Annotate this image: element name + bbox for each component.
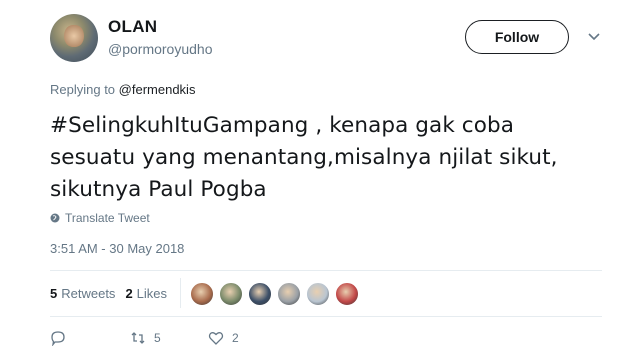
stats-bar: 5 Retweets 2 Likes [50, 278, 181, 308]
reply-prefix: Replying to [50, 82, 116, 97]
likes-label: Likes [136, 286, 168, 301]
globe-icon [50, 213, 60, 223]
likes-stat[interactable]: 2 Likes [125, 286, 167, 301]
divider [50, 316, 602, 317]
reply-action[interactable] [50, 330, 130, 346]
reply-context: Replying to @fermendkis [50, 82, 195, 97]
retweet-action[interactable]: 5 [130, 330, 208, 346]
retweet-icon [131, 332, 145, 344]
retweets-label: Retweets [61, 286, 116, 301]
follow-button[interactable]: Follow [465, 20, 569, 54]
tweet-text-line: sesuatu yang menantang,misalnya njilat s… [50, 145, 558, 170]
display-name[interactable]: OLAN [108, 17, 157, 37]
stat-divider [180, 278, 181, 308]
liker-avatar[interactable] [219, 282, 243, 306]
avatar[interactable] [50, 14, 98, 62]
likers-avatars [190, 282, 364, 306]
heart-icon [208, 332, 224, 345]
translate-tweet-link[interactable]: Translate Tweet [50, 211, 150, 225]
reply-handle-link[interactable]: @fermendkis [119, 82, 196, 97]
chevron-down-icon[interactable] [588, 32, 600, 42]
liker-avatar[interactable] [335, 282, 359, 306]
tweet-text-line: sikutnya Paul Pogba [50, 177, 267, 202]
retweet-count: 5 [154, 331, 161, 345]
translate-label[interactable]: Translate Tweet [65, 211, 150, 225]
timestamp[interactable]: 3:51 AM - 30 May 2018 [50, 241, 184, 256]
screen-name[interactable]: @pormoroyudho [108, 41, 213, 57]
retweets-count: 5 [50, 286, 58, 301]
liker-avatar[interactable] [306, 282, 330, 306]
tweet-text-line: #SelingkuhItuGampang , kenapa gak coba [50, 113, 515, 138]
action-bar: 5 2 [50, 330, 239, 346]
retweets-stat[interactable]: 5 Retweets [50, 286, 115, 301]
divider [50, 270, 602, 271]
tweet-card: OLAN @pormoroyudho Follow Replying to @f… [0, 0, 640, 360]
liker-avatar[interactable] [190, 282, 214, 306]
like-action[interactable]: 2 [208, 330, 239, 346]
reply-icon [51, 331, 65, 346]
liker-avatar[interactable] [277, 282, 301, 306]
tweet-text: #SelingkuhItuGampang , kenapa gak coba s… [50, 110, 610, 206]
liker-avatar[interactable] [248, 282, 272, 306]
likes-count: 2 [125, 286, 133, 301]
like-count: 2 [232, 331, 239, 345]
